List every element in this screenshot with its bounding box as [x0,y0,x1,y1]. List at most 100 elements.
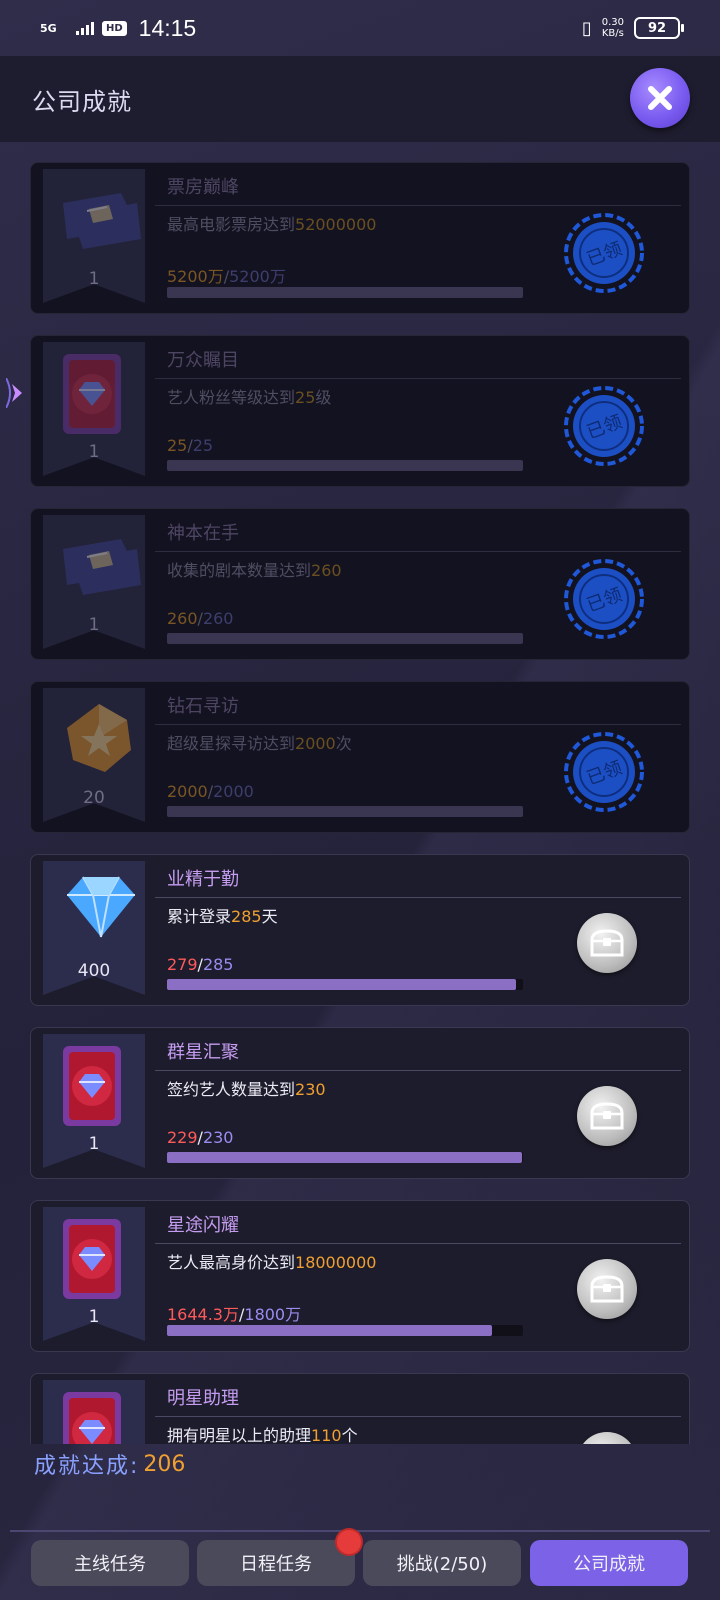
card-divider [155,205,681,206]
achievement-title: 群星汇聚 [167,1042,239,1063]
reward-count: 1 [88,269,100,289]
reward-thumbnail: 400 [43,861,145,995]
achievement-card: 1 群星汇聚签约艺人数量达到230 229/230 [30,1027,690,1179]
diamond-icon [59,871,135,951]
claimed-stamp-icon: 已领 [564,213,644,293]
hd-badge: HD [102,20,127,36]
achievement-card: 1 星途闪耀 艺人最高身价达到18000000 1644.3万/1800万 [30,1200,690,1352]
achievement-description: 收集的剧本数量达到260 [167,561,342,580]
progress-bar [167,1152,523,1163]
treasure-chest-icon [590,1275,624,1303]
notification-badge [337,1530,361,1554]
diamond-card-icon [59,352,129,434]
achievement-description: 累计登录285天 [167,907,278,926]
progress-text: 5200万/5200万 [167,267,286,286]
card-divider [155,551,681,552]
progress-text: 260/260 [167,609,234,628]
claim-reward-button[interactable] [577,1432,637,1444]
achievement-title: 钻石寻访 [167,696,239,717]
page-header: 公司成就 [0,56,720,142]
treasure-chest-icon [590,1102,624,1130]
diamond-card-icon [59,1390,129,1444]
diamond-card-icon [59,1044,129,1126]
card-divider [155,1243,681,1244]
reward-count: 400 [77,961,111,981]
ticket-icon [59,189,141,269]
progress-bar-fill [167,633,523,644]
claim-reward-button[interactable] [577,1259,637,1319]
card-divider [155,1416,681,1417]
achievement-title: 神本在手 [167,523,239,544]
close-button[interactable] [630,68,690,128]
achievement-title: 票房巅峰 [167,177,239,198]
network-speed: 0.30 KB/s [601,17,624,39]
achievement-card: 1 万众瞩目艺人粉丝等级达到25级 25/25 已领 [30,335,690,487]
tab-daily-tasks[interactable]: 日程任务 [197,1530,361,1586]
claimed-stamp-icon: 已领 [564,559,644,639]
reward-count: 1 [88,615,100,635]
network-type: 5G [40,21,57,35]
reward-thumbnail [43,1380,145,1444]
achievement-card: 1 神本在手收集的剧本数量达到260 260/260 已领 [30,508,690,660]
star-gem-icon [59,698,131,778]
achievement-card: 1 票房巅峰最高电影票房达到52000000 5200万/5200万 已领 [30,162,690,314]
tab-main-quests[interactable]: 主线任务 [31,1540,189,1586]
battery-icon: 92 [634,17,684,39]
progress-bar-fill [167,1325,493,1336]
achievement-card: 20 钻石寻访 超级星探寻访达到2000次 2000/2000 已领 [30,681,690,833]
progress-bar-fill [167,1152,522,1163]
claim-reward-button[interactable] [577,913,637,973]
bottom-tab-bar: 主线任务 日程任务 挑战(2/50) 公司成就 [0,1530,720,1600]
vibrate-icon: ▯ [581,17,592,39]
claim-reward-button[interactable] [577,1086,637,1146]
tab-company-achievements[interactable]: 公司成就 [530,1540,688,1586]
reward-count: 1 [88,1134,100,1154]
ticket-icon [59,535,141,615]
achievement-title: 星途闪耀 [167,1215,239,1236]
progress-text: 279/285 [167,955,234,974]
page-title: 公司成就 [32,87,132,116]
progress-bar-fill [167,460,523,471]
progress-bar [167,1325,523,1336]
progress-text: 25/25 [167,436,214,455]
achievement-description: 最高电影票房达到52000000 [167,215,377,234]
progress-bar-fill [167,979,516,990]
achievement-description: 拥有明星以上的助理110个 [167,1426,358,1444]
reward-thumbnail: 1 [43,342,145,476]
progress-bar [167,979,523,990]
achievement-description: 签约艺人数量达到230 [167,1080,326,1099]
progress-bar [167,633,523,644]
progress-text: 1644.3万/1800万 [167,1305,302,1324]
progress-bar [167,806,523,817]
achievement-title: 万众瞩目 [167,350,239,371]
tab-bar-divider [10,1530,710,1532]
reward-thumbnail: 1 [43,1207,145,1341]
card-divider [155,897,681,898]
achievement-card: 400 业精于勤 累计登录285天 279/285 [30,854,690,1006]
side-drawer-arrow-icon[interactable] [6,378,28,408]
reward-count: 20 [83,788,105,808]
reward-count: 1 [88,442,100,462]
achievement-list[interactable]: 1 票房巅峰 最高电影票房达到52000000 5200万/5200万 已领 1 万众瞩目艺… [30,162,690,1444]
achievement-description: 超级星探寻访达到2000次 [167,734,352,753]
claimed-stamp-icon: 已领 [564,386,644,466]
reward-thumbnail: 1 [43,1034,145,1168]
achievement-description: 艺人粉丝等级达到25级 [167,388,332,407]
clock: 14:15 [138,14,197,41]
reward-thumbnail: 1 [43,515,145,649]
card-divider [155,378,681,379]
close-icon [648,86,672,110]
status-bar: 5G HD 14:15 ▯ 0.30 KB/s 92 [0,0,720,56]
achievement-card: 明星助理拥有明星以上的助理110个 [30,1373,690,1444]
signal-icon [76,21,94,35]
tab-challenge[interactable]: 挑战(2/50) [363,1540,521,1586]
reward-count: 1 [88,1307,100,1327]
summary-value: 206 [143,1451,186,1477]
card-divider [155,1070,681,1071]
progress-text: 229/230 [167,1128,234,1147]
achievement-summary: 成就达成: 206 [34,1444,185,1484]
reward-thumbnail: 20 [43,688,145,822]
achievement-title: 明星助理 [167,1388,239,1409]
progress-text: 2000/2000 [167,782,254,801]
diamond-card-icon [59,1217,129,1299]
